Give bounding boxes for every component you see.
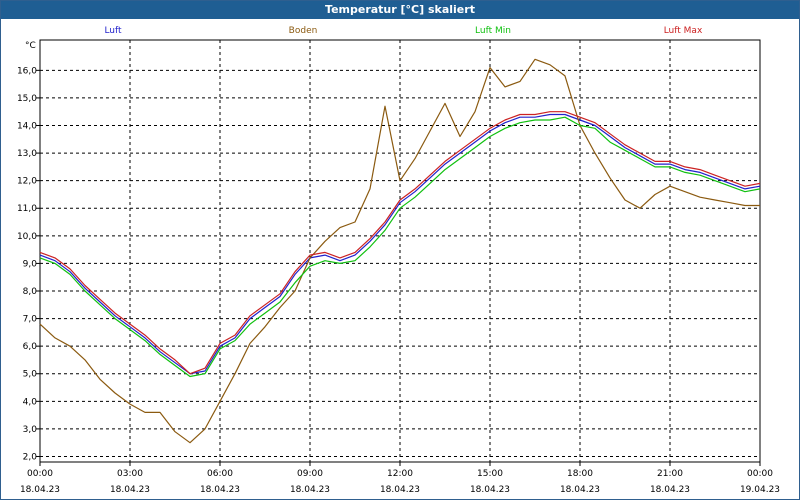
y-axis-ticks: 2,0 3,0 4,0 5,0 6,0 7,0 8,0 9,0 10,0 11,0 12,0 13,0… [17, 66, 40, 462]
x-tick-date: 18.04.23 [290, 485, 330, 495]
x-tick-time: 15:00 [477, 469, 503, 479]
legend-entry: Luft Min [475, 26, 511, 36]
x-tick-date: 18.04.23 [200, 485, 240, 495]
x-tick-time: 00:00 [747, 469, 773, 479]
y-tick-label: 16,0 [17, 66, 37, 76]
legend-entry: Boden [289, 26, 318, 36]
x-tick-time: 21:00 [657, 469, 683, 479]
legend-entry: Luft [104, 26, 122, 36]
x-tick-date: 18.04.23 [110, 485, 150, 495]
y-tick-label: 7,0 [23, 315, 38, 325]
y-tick-label: 6,0 [23, 342, 38, 352]
y-axis-label: °C [25, 41, 36, 51]
y-tick-label: 15,0 [17, 94, 37, 104]
x-tick-time: 00:00 [27, 469, 53, 479]
x-tick-time: 09:00 [297, 469, 323, 479]
y-tick-label: 14,0 [17, 122, 37, 132]
x-axis-ticks: 00:00 18.04.23 03:00 18.04.23 06:00 18.04.23 0… [20, 462, 780, 495]
y-tick-label: 12,0 [17, 177, 37, 187]
y-tick-label: 5,0 [23, 370, 38, 380]
legend: Luft Boden Luft Min Luft Max [104, 26, 703, 36]
x-tick-date: 18.04.23 [650, 485, 690, 495]
y-tick-label: 2,0 [23, 452, 38, 462]
y-tick-label: 11,0 [17, 204, 37, 214]
x-tick-date: 18.04.23 [560, 485, 600, 495]
y-tick-label: 8,0 [23, 287, 38, 297]
x-tick-date: 19.04.23 [740, 485, 780, 495]
y-tick-label: 3,0 [23, 425, 38, 435]
y-tick-label: 10,0 [17, 232, 37, 242]
y-tick-label: 13,0 [17, 149, 37, 159]
temperature-chart: 2,0 3,0 4,0 5,0 6,0 7,0 8,0 9,0 10,0 11,0 12,0 13,0… [17, 26, 780, 495]
x-tick-time: 06:00 [207, 469, 233, 479]
x-tick-date: 18.04.23 [380, 485, 420, 495]
grid [40, 40, 760, 462]
x-tick-time: 03:00 [117, 469, 143, 479]
x-tick-date: 18.04.23 [20, 485, 60, 495]
x-tick-time: 12:00 [387, 469, 413, 479]
x-tick-time: 18:00 [567, 469, 593, 479]
legend-entry: Luft Max [664, 26, 703, 36]
y-tick-label: 9,0 [23, 259, 38, 269]
x-tick-date: 18.04.23 [470, 485, 510, 495]
y-tick-label: 4,0 [23, 397, 38, 407]
